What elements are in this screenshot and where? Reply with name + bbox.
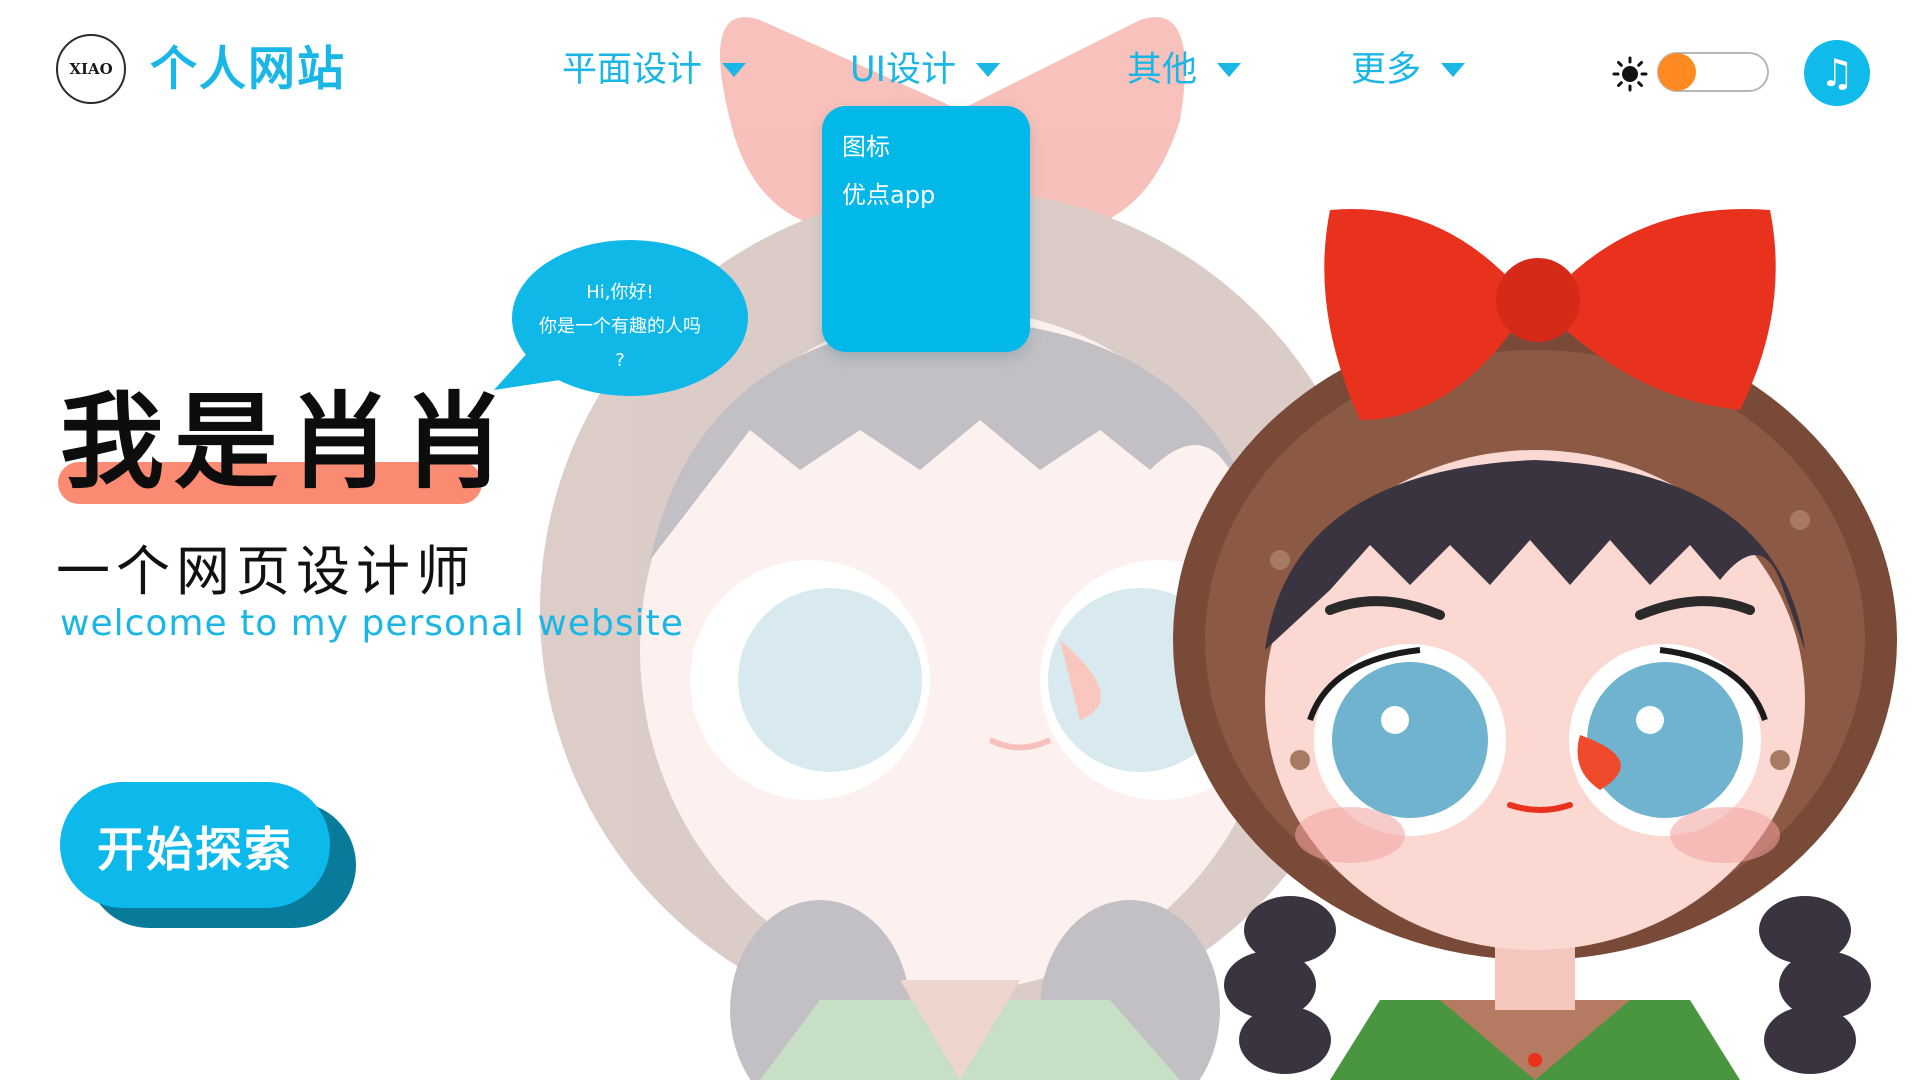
caret-down-icon	[1217, 63, 1242, 77]
bubble-line: Hi,你好!	[586, 282, 654, 303]
logo-badge[interactable]: XIAO	[56, 34, 126, 104]
dropdown-item-icons[interactable]: 图标	[842, 132, 890, 162]
nav-item-other[interactable]: 其他	[1127, 48, 1242, 92]
caret-down-icon	[975, 63, 1000, 77]
ui-design-dropdown: 图标 优点app	[822, 106, 1030, 352]
hero-welcome: welcome to my personal website	[60, 603, 684, 644]
bubble-line: 你是一个有趣的人吗	[539, 316, 701, 337]
nav-label: 更多	[1351, 50, 1422, 90]
nav-label: 平面设计	[562, 50, 703, 90]
hero-subtitle: 一个网页设计师	[56, 540, 476, 603]
sun-icon	[1612, 56, 1648, 92]
logo-text: XIAO	[69, 60, 113, 78]
caret-down-icon	[1441, 63, 1466, 77]
nav-item-ui-design[interactable]: UI设计	[850, 48, 1000, 92]
caret-down-icon	[722, 63, 747, 77]
nav-item-graphic-design[interactable]: 平面设计	[562, 48, 747, 92]
hero-title: 我是肖肖	[60, 381, 517, 503]
speech-bubble-text: Hi,你好! 你是一个有趣的人吗 ?	[510, 276, 730, 378]
dropdown-item-app[interactable]: 优点app	[842, 180, 935, 210]
nav-item-more[interactable]: 更多	[1351, 48, 1466, 92]
start-explore-button[interactable]: 开始探索	[60, 782, 330, 908]
theme-toggle[interactable]	[1657, 52, 1769, 92]
music-button[interactable]: ♫	[1804, 40, 1870, 106]
nav-label: 其他	[1127, 50, 1198, 90]
nav-label: UI设计	[850, 50, 956, 90]
site-title[interactable]: 个人网站	[150, 40, 346, 100]
music-note-icon: ♫	[1819, 51, 1855, 95]
toggle-knob	[1658, 53, 1696, 91]
bubble-line: ?	[615, 350, 625, 371]
